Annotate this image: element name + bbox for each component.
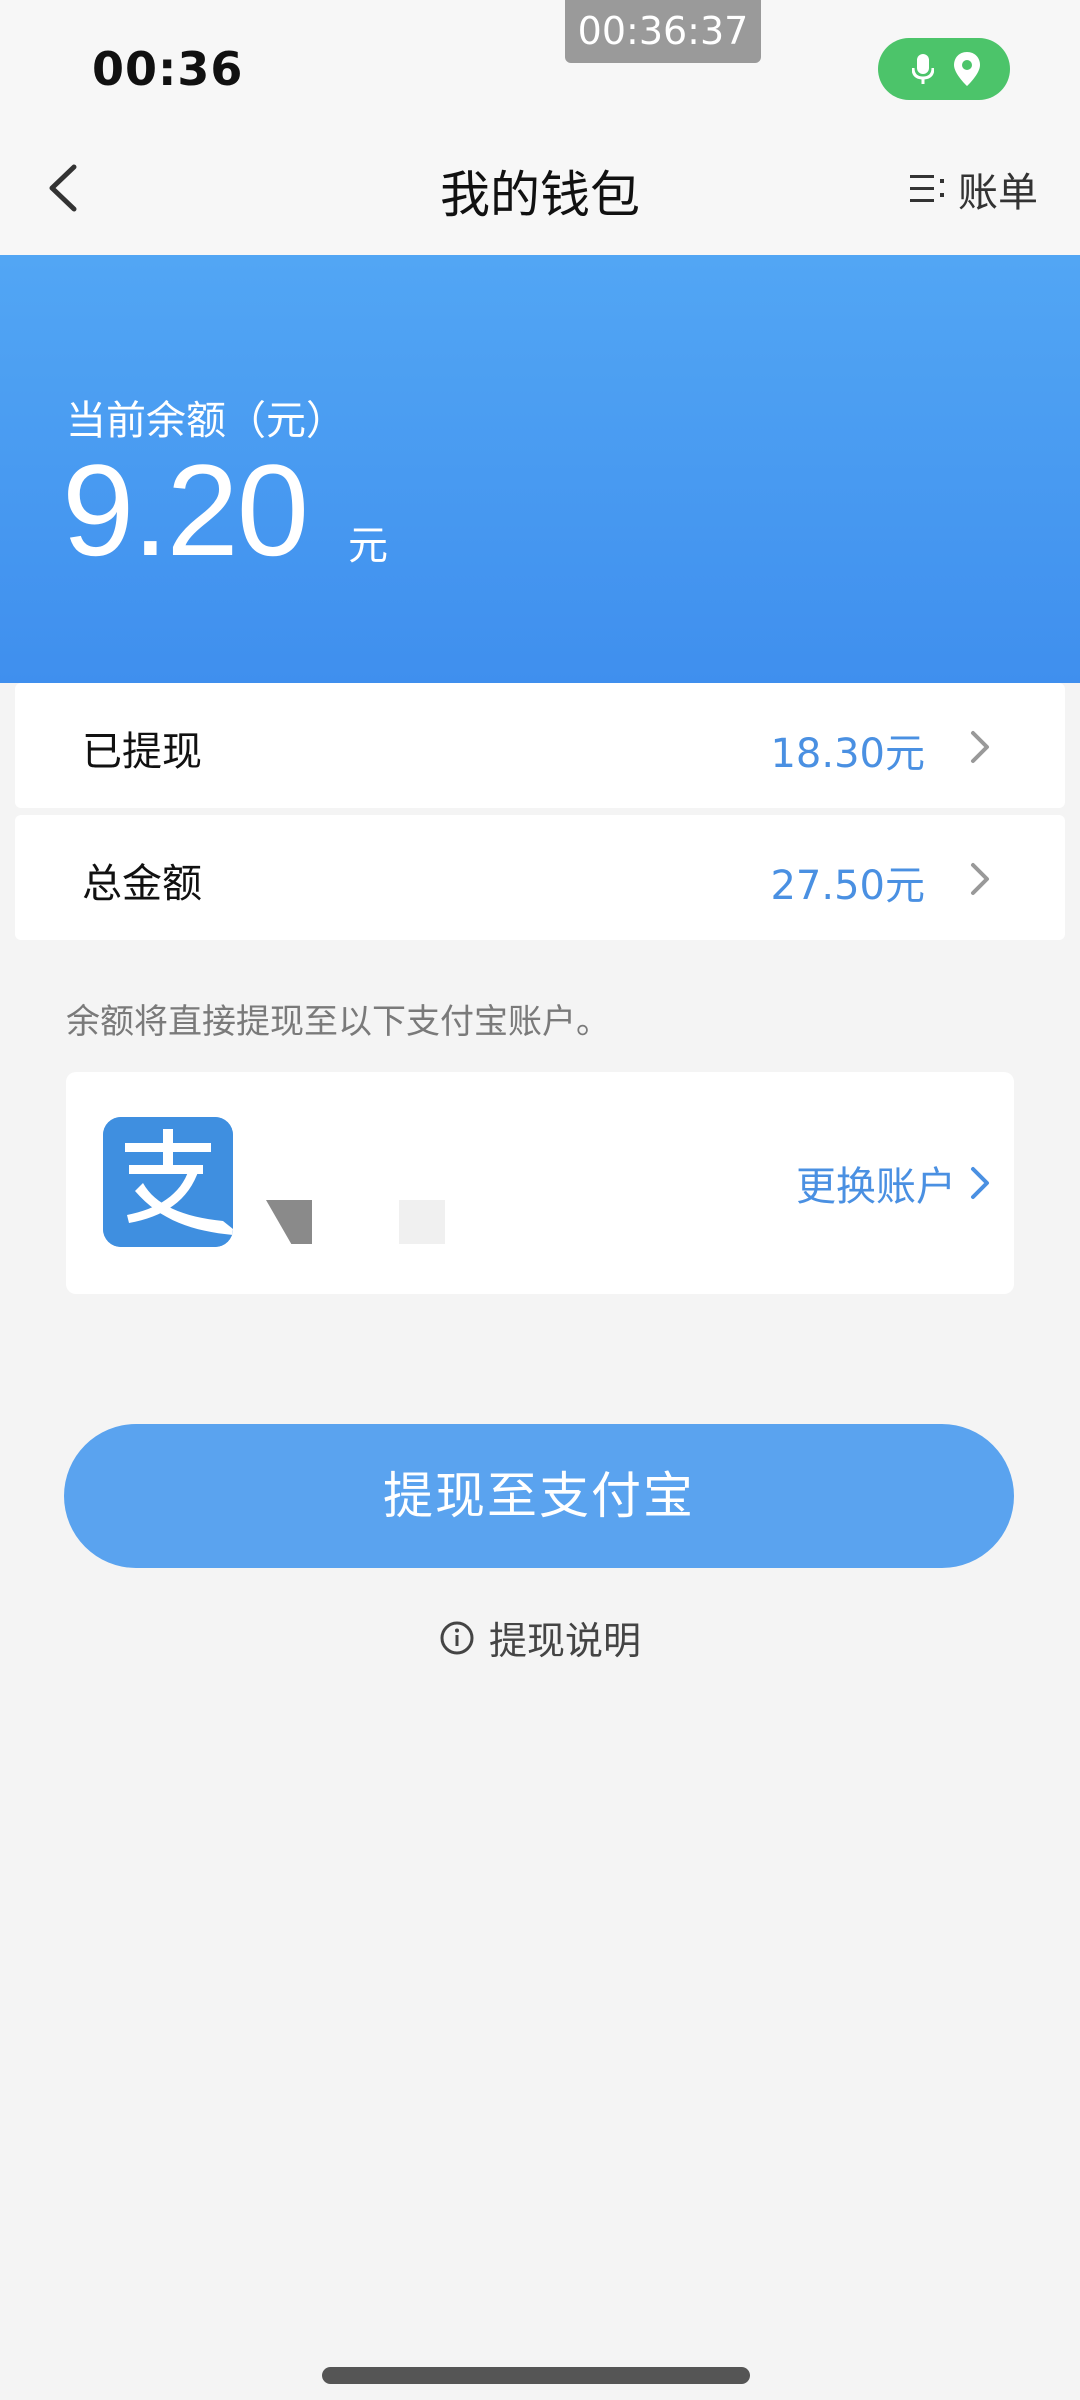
nav-bar: 我的钱包 账单 bbox=[0, 125, 1080, 255]
info-icon bbox=[440, 1621, 474, 1654]
screen-recording-timer: 00:36:37 bbox=[565, 0, 761, 63]
microphone-icon bbox=[911, 54, 935, 88]
row-value: 18.30元 bbox=[770, 731, 925, 777]
row-value: 27.50元 bbox=[770, 863, 925, 909]
balance-unit: 元 bbox=[348, 523, 388, 569]
status-bar: 00:36 00:36:37 bbox=[0, 0, 1080, 125]
withdraw-to-alipay-button[interactable]: 提现至支付宝 bbox=[64, 1424, 1014, 1568]
chevron-right-icon bbox=[971, 1167, 989, 1199]
chevron-right-icon bbox=[971, 731, 989, 763]
alipay-logo-icon bbox=[103, 1117, 233, 1247]
chevron-right-icon bbox=[971, 863, 989, 895]
location-icon bbox=[954, 52, 980, 90]
withdrawn-row[interactable]: 已提现 18.30元 bbox=[15, 683, 1065, 808]
status-time: 00:36 bbox=[92, 42, 244, 96]
withdraw-info-label: 提现说明 bbox=[488, 1619, 641, 1663]
list-icon bbox=[910, 175, 944, 202]
wallet-page: 00:36 00:36:37 我的钱包 账单 当前余额（元） 9.20 元 已提… bbox=[0, 0, 1080, 2400]
balance-banner: 当前余额（元） 9.20 元 bbox=[0, 255, 1080, 683]
bill-label: 账单 bbox=[958, 170, 1038, 216]
alipay-account-card: 更换账户 bbox=[66, 1072, 1014, 1294]
bill-button[interactable]: 账单 bbox=[908, 159, 1038, 219]
row-label: 已提现 bbox=[82, 729, 202, 775]
withdraw-info-link[interactable]: 提现说明 bbox=[0, 1610, 1080, 1665]
redacted-account-name bbox=[399, 1200, 445, 1244]
balance-amount: 9.20 bbox=[62, 437, 309, 583]
change-account-label: 更换账户 bbox=[796, 1164, 956, 1210]
redacted-account-name bbox=[266, 1200, 312, 1244]
row-label: 总金额 bbox=[82, 861, 202, 907]
account-note: 余额将直接提现至以下支付宝账户。 bbox=[66, 1002, 610, 1042]
change-account-button[interactable]: 更换账户 bbox=[796, 1154, 992, 1212]
privacy-indicator bbox=[878, 38, 1010, 100]
total-amount-row[interactable]: 总金额 27.50元 bbox=[15, 815, 1065, 940]
home-indicator[interactable] bbox=[322, 2367, 750, 2384]
